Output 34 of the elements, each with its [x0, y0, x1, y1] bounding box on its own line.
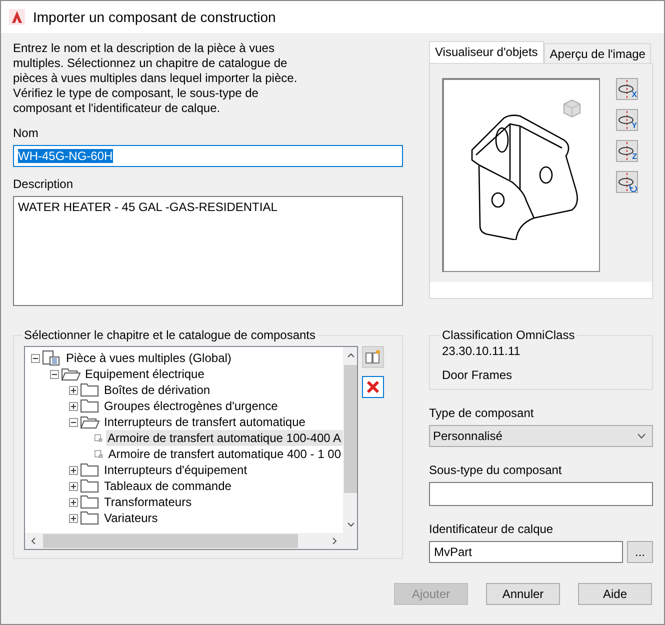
name-label: Nom [13, 126, 40, 140]
tab[interactable]: Aperçu de l'image [544, 43, 652, 63]
tree-item[interactable]: Boîtes de dérivation [102, 382, 212, 398]
tree-item[interactable]: Pièce à vues multiples (Global) [64, 350, 234, 366]
tree-item[interactable]: Groupes électrogènes d'urgence [102, 398, 280, 414]
tree-item[interactable]: Tableaux de commande [102, 478, 234, 494]
dialog-button[interactable]: Aide [578, 583, 652, 605]
tree-item[interactable]: Armoire de transfert automatique 100-400 A [106, 430, 343, 446]
name-field[interactable]: WH-45G-NG-60H [13, 145, 403, 167]
omniclass-title: Door Frames [442, 368, 514, 382]
tab[interactable]: Visualiseur d'objets [429, 41, 544, 63]
omniclass-label: Classification OmniClass [441, 328, 576, 342]
component-type-label: Type de composant [429, 406, 535, 420]
tree-item[interactable]: Equipement électrique [83, 366, 206, 382]
rotate-button[interactable]: Y [616, 109, 638, 131]
description-field[interactable]: WATER HEATER - 45 GAL -GAS-RESIDENTIAL [13, 196, 403, 306]
rotate-button[interactable]: Z [616, 140, 638, 162]
catalog-group-label: Sélectionner le chapitre et le catalogue de composants [23, 328, 317, 342]
tree-item[interactable]: Transformateurs [102, 494, 194, 510]
layer-key-field[interactable]: MvPart [429, 541, 623, 563]
component-type-dropdown[interactable]: Personnalisé [429, 425, 653, 447]
tree-item[interactable]: Variateurs [102, 510, 160, 526]
description-label: Description [13, 177, 74, 191]
layer-key-label: Identificateur de calque [429, 522, 554, 536]
browse-button[interactable]: ... [627, 541, 653, 563]
tree-item[interactable]: Interrupteurs d'équipement [102, 462, 250, 478]
tree-item[interactable]: Armoire de transfert automatique 400 - 1 00 [106, 446, 343, 462]
component-subtype-label: Sous-type du composant [429, 463, 563, 477]
omniclass-number: 23.30.10.11.11 [442, 344, 522, 358]
window-title: Importer un composant de construction [33, 9, 276, 25]
instructions-text: Entrez le nom et la description de la pièce à vues multiples. Sélectionnez un chapitre de catalogue de pièces à vues multiples dans lequel importer la pièce. Vérifiez le type de composant, le sous-type de composant et l'identificateur de calque. [13, 41, 298, 116]
tree-item[interactable]: Interrupteurs de transfert automatique [102, 414, 308, 430]
rotate-button[interactable]: X [616, 78, 638, 100]
dialog-button[interactable]: Annuler [486, 583, 560, 605]
